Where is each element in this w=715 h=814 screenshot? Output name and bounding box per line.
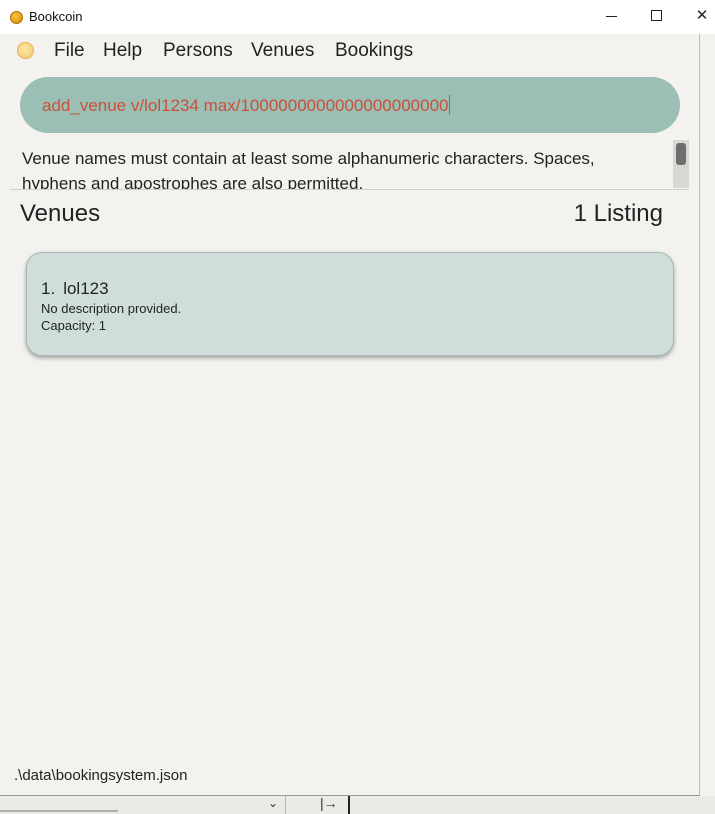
background-taskbar: ⌄ |→ [0, 795, 715, 814]
venue-card[interactable]: 1. lol123 No description provided. Capaci… [26, 252, 674, 356]
close-button[interactable]: ✕ [692, 6, 712, 26]
command-value: add_venue v/lol1234 max/1000000000000000… [42, 96, 449, 115]
scroll-track [0, 810, 118, 812]
venue-capacity: Capacity: 1 [41, 318, 107, 333]
command-input[interactable]: add_venue v/lol1234 max/1000000000000000… [20, 77, 680, 133]
status-bar-path: .\data\bookingsystem.json [14, 767, 188, 784]
result-message: Venue names must contain at least some a… [22, 149, 595, 190]
title-bar: Bookcoin ✕ [0, 0, 715, 34]
command-input-text: add_venue v/lol1234 max/1000000000000000… [42, 95, 451, 116]
menu-bookings[interactable]: Bookings [335, 40, 413, 62]
venue-index: 1. [41, 279, 56, 298]
minimize-button[interactable] [602, 6, 622, 26]
maximize-button[interactable] [647, 6, 667, 26]
arrow-right-icon: |→ [320, 795, 338, 811]
divider [348, 796, 350, 814]
menu-persons[interactable]: Persons [163, 40, 233, 62]
chevron-down-icon: ⌄ [268, 796, 279, 810]
result-display: Venue names must contain at least some a… [10, 140, 689, 190]
venue-title: 1. lol123 [41, 279, 109, 299]
coin-logo-icon [17, 42, 34, 59]
divider [285, 796, 286, 814]
window-title: Bookcoin [29, 9, 83, 24]
menu-venues[interactable]: Venues [251, 40, 314, 62]
result-scrollbar[interactable] [673, 140, 689, 188]
list-title: Venues [20, 200, 101, 227]
app-window: Bookcoin ✕ File Help Persons Venues Book… [0, 0, 715, 796]
text-cursor [449, 95, 451, 114]
coin-icon [10, 11, 23, 24]
menu-file[interactable]: File [54, 40, 85, 62]
scrollbar-thumb[interactable] [676, 143, 686, 165]
listing-count: 1 Listing [573, 200, 663, 227]
venue-name: lol123 [63, 279, 109, 298]
venue-description: No description provided. [41, 301, 182, 316]
menu-help[interactable]: Help [103, 40, 142, 62]
